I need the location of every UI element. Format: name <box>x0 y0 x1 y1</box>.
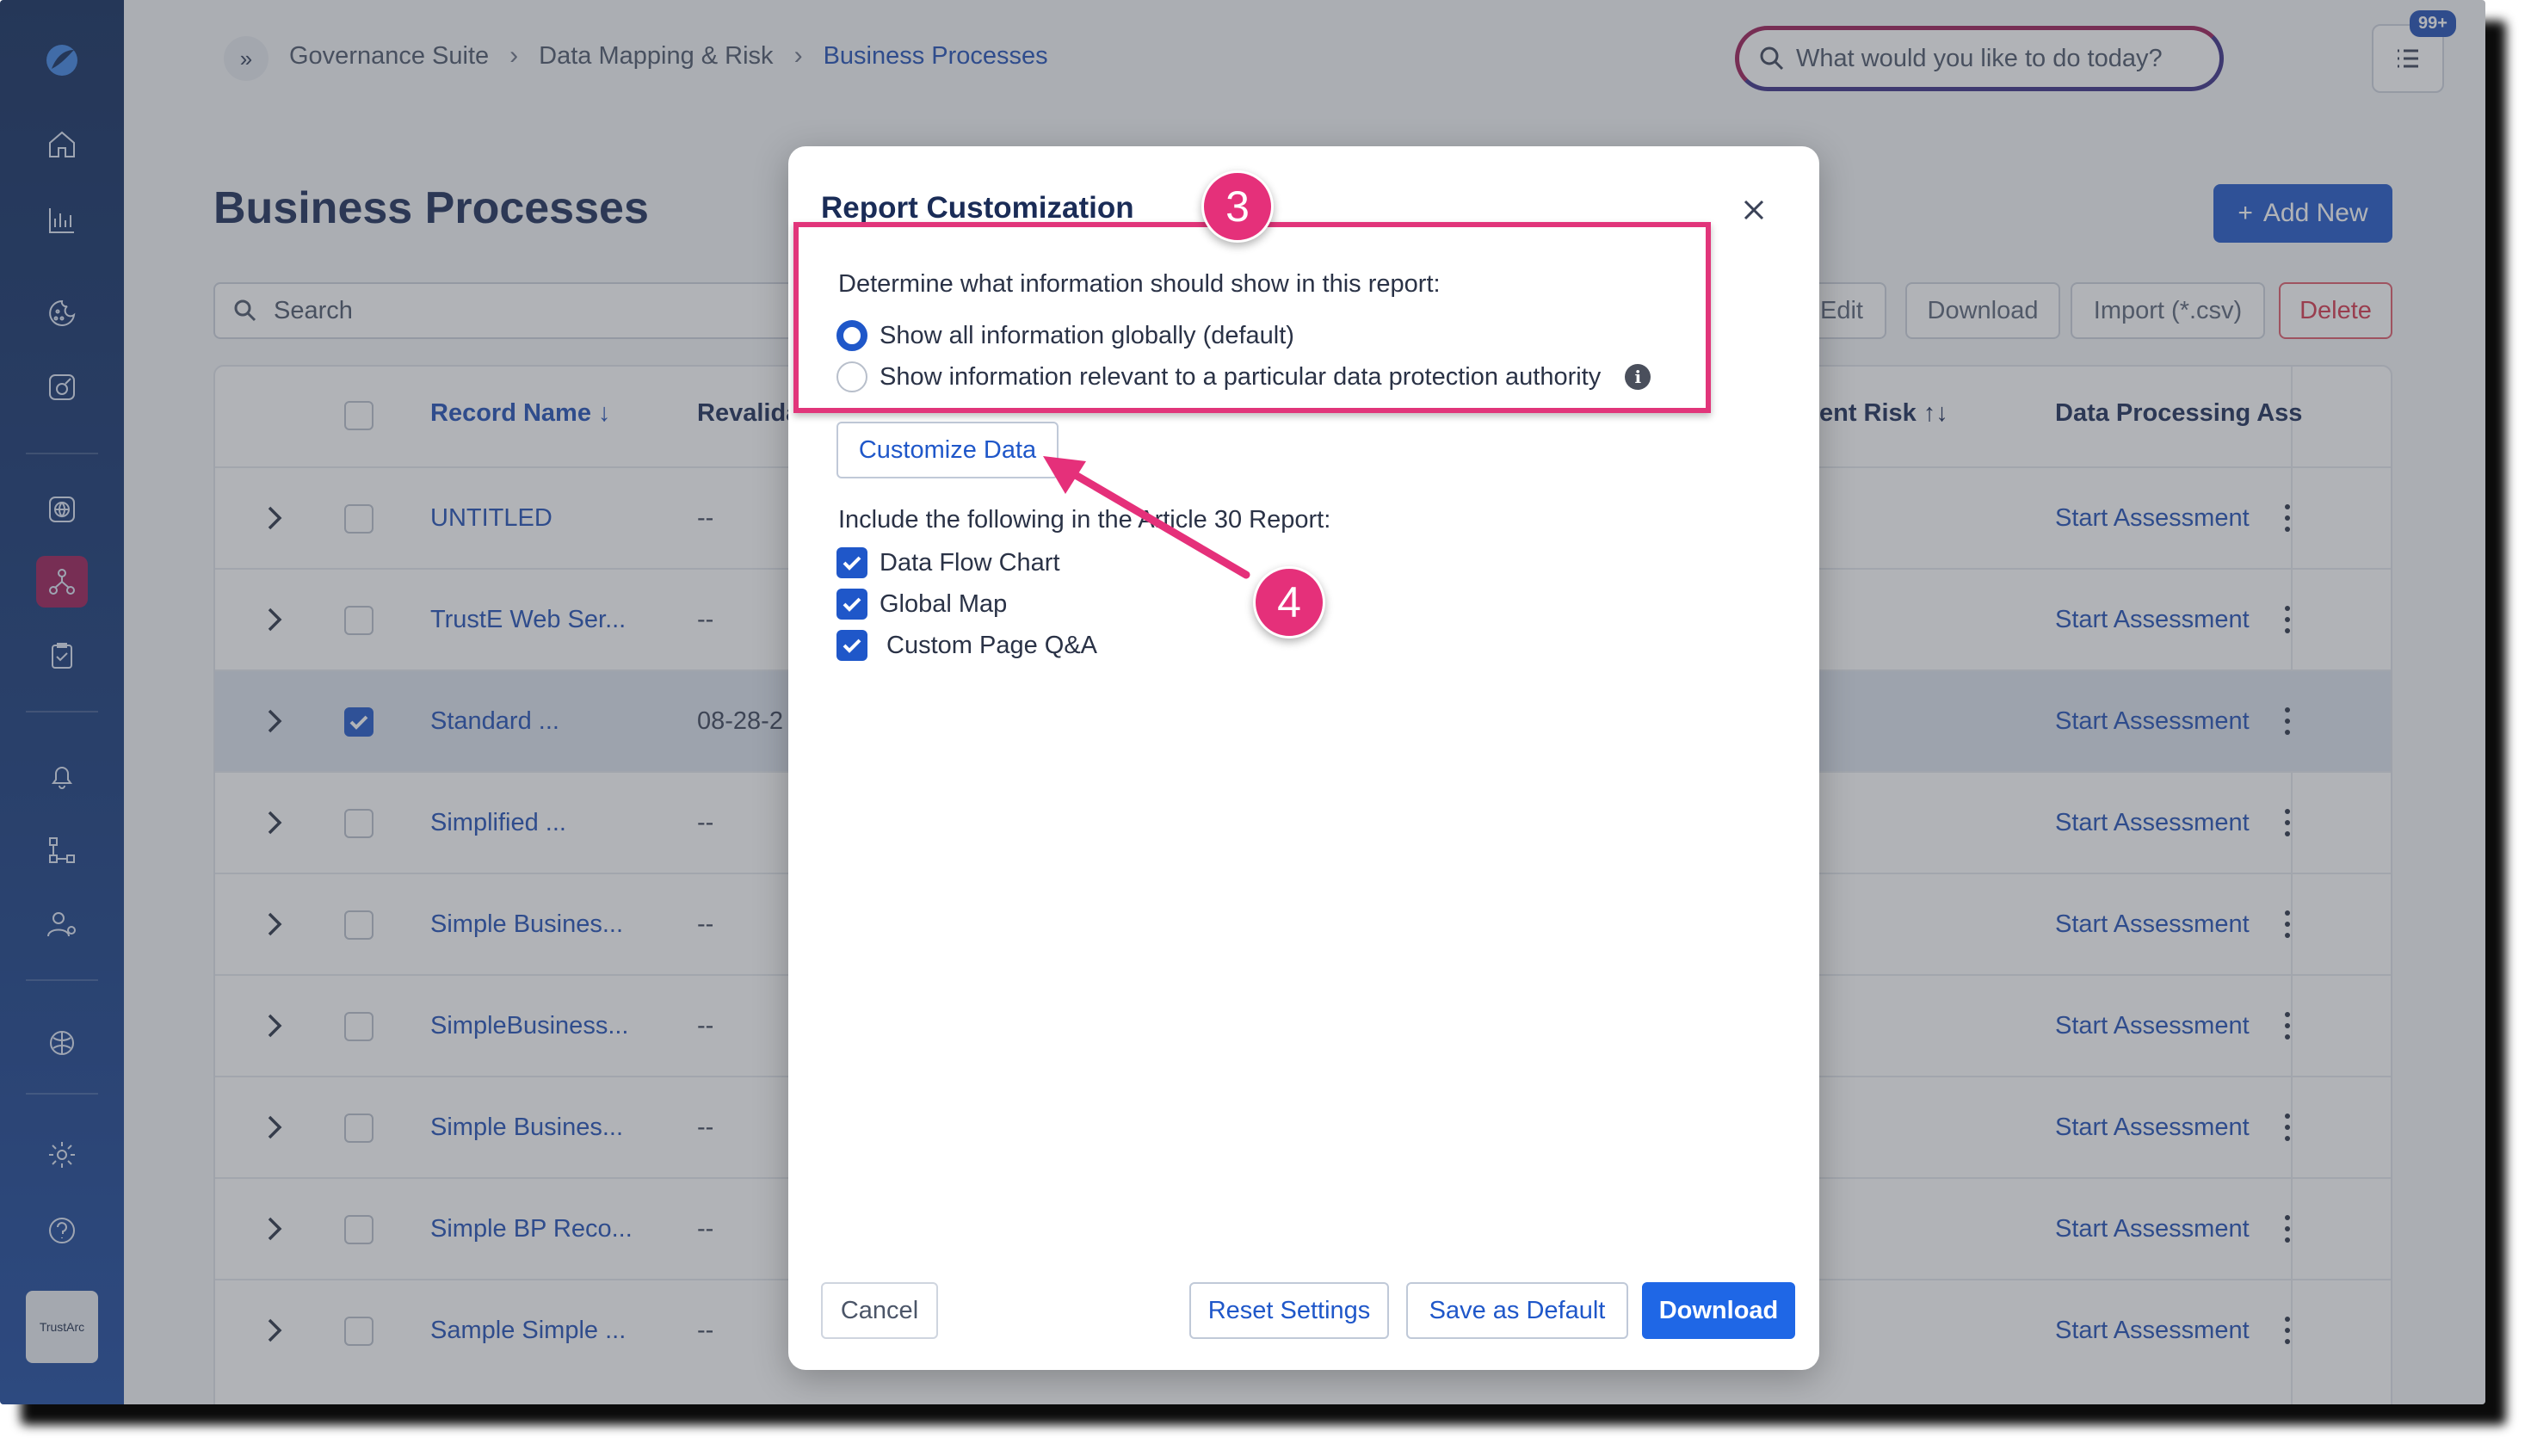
cancel-button[interactable]: Cancel <box>821 1282 938 1339</box>
checkbox-data-flow-chart[interactable]: Data Flow Chart <box>836 547 1060 578</box>
download-button[interactable]: Download <box>1642 1282 1795 1339</box>
checkbox-checked[interactable] <box>836 547 867 578</box>
close-icon <box>1744 200 1764 220</box>
checkbox-label: Global Map <box>880 589 1008 618</box>
check-icon <box>843 556 861 571</box>
checkbox-checked[interactable] <box>836 589 867 620</box>
check-icon <box>843 597 861 612</box>
close-button[interactable] <box>1738 194 1769 225</box>
step-badge-4: 4 <box>1253 566 1325 639</box>
app-window: TrustArc » Governance Suite › Data Mappi… <box>0 0 2485 1404</box>
highlight-box <box>793 222 1711 413</box>
save-as-default-button[interactable]: Save as Default <box>1406 1282 1628 1339</box>
customize-data-button[interactable]: Customize Data <box>836 422 1059 478</box>
reset-settings-button[interactable]: Reset Settings <box>1189 1282 1389 1339</box>
checkbox-custom-page-qa[interactable]: Custom Page Q&A <box>836 630 1097 661</box>
checkbox-global-map[interactable]: Global Map <box>836 589 1007 620</box>
checkbox-checked[interactable] <box>836 630 867 661</box>
dialog-title: Report Customization <box>821 191 1134 225</box>
checkbox-label: Custom Page Q&A <box>886 631 1097 659</box>
check-icon <box>843 639 861 653</box>
step-badge-3: 3 <box>1201 170 1274 243</box>
include-label: Include the following in the Article 30 … <box>838 506 1331 534</box>
checkbox-label: Data Flow Chart <box>880 548 1060 577</box>
